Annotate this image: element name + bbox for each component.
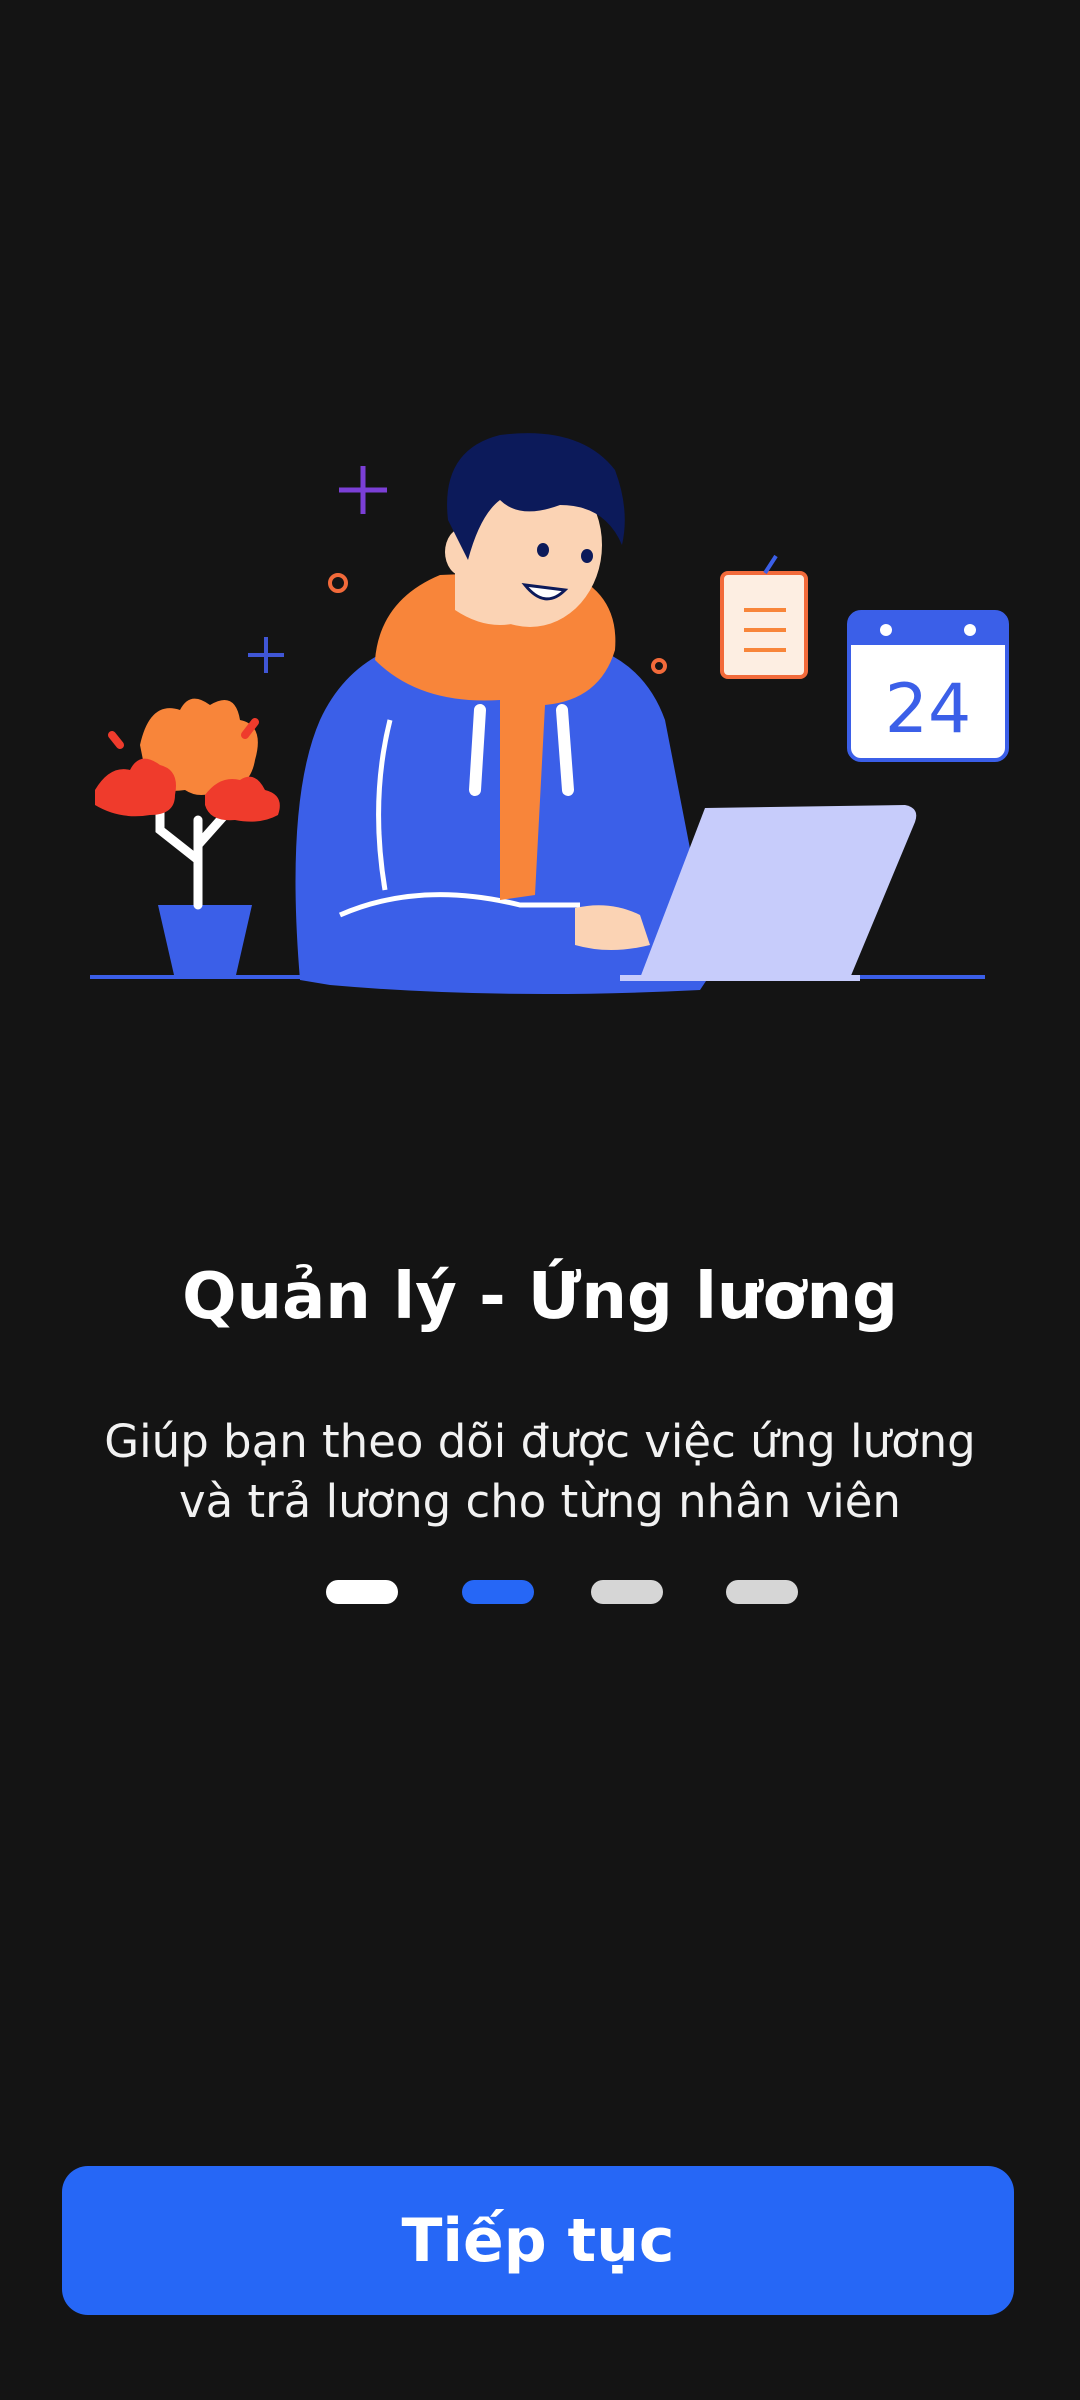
potted-plant — [95, 698, 280, 975]
onboarding-description: Giúp bạn theo dõi được việc ứng lương và… — [90, 1412, 990, 1532]
description-line-2: và trả lương cho từng nhân viên — [179, 1475, 901, 1528]
description-line-1: Giúp bạn theo dõi được việc ứng lương — [104, 1415, 976, 1468]
page-dot-4[interactable] — [726, 1580, 798, 1604]
page-dot-3[interactable] — [591, 1580, 663, 1604]
onboarding-screen: 24 Quản lý - Ứng lương Giúp bạn theo dõi… — [0, 0, 1080, 2400]
calendar-day: 24 — [885, 670, 972, 749]
sparkle-icon — [339, 466, 387, 514]
page-dot-1[interactable] — [326, 1580, 398, 1604]
note-icon — [720, 554, 808, 679]
sparkle-icon — [248, 637, 284, 673]
page-indicator — [0, 1580, 1080, 1604]
decor-circle — [651, 658, 667, 674]
onboarding-illustration: 24 — [90, 433, 1009, 994]
calendar-icon: 24 — [847, 610, 1009, 762]
onboarding-title: Quản lý - Ứng lương — [182, 1260, 898, 1334]
person — [295, 433, 720, 994]
page-dot-2[interactable] — [462, 1580, 534, 1604]
continue-button[interactable]: Tiếp tục — [62, 2166, 1014, 2315]
decor-circle — [328, 573, 348, 593]
